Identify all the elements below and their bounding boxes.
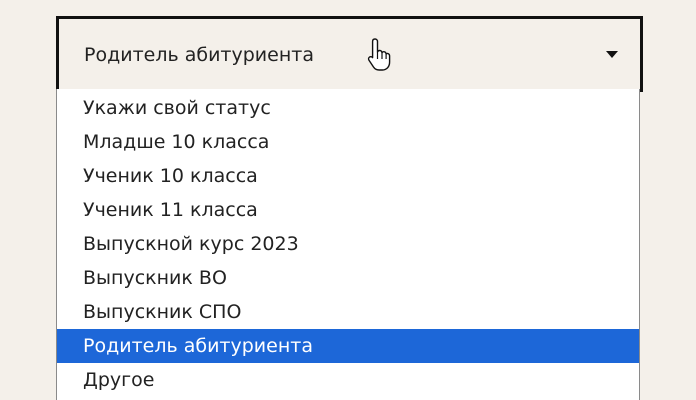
select-option-selected[interactable]: Родитель абитуриента [57, 329, 639, 363]
select-option[interactable]: Ученик 11 класса [57, 193, 639, 227]
select-option[interactable]: Ученик 10 класса [57, 159, 639, 193]
select-option[interactable]: Младше 10 класса [57, 125, 639, 159]
status-select[interactable]: Родитель абитуриента [56, 16, 643, 92]
select-option[interactable]: Другое [57, 363, 639, 397]
status-options-list: Укажи свой статус Младше 10 класса Ученик … [56, 89, 640, 400]
caret-down-icon[interactable] [606, 51, 618, 58]
select-value: Родитель абитуриента [84, 44, 314, 66]
select-option[interactable]: Укажи свой статус [57, 91, 639, 125]
select-option[interactable]: Выпускник СПО [57, 295, 639, 329]
hand-pointer-icon [367, 38, 391, 71]
select-option[interactable]: Выпускной курс 2023 [57, 227, 639, 261]
select-option[interactable]: Выпускник ВО [57, 261, 639, 295]
